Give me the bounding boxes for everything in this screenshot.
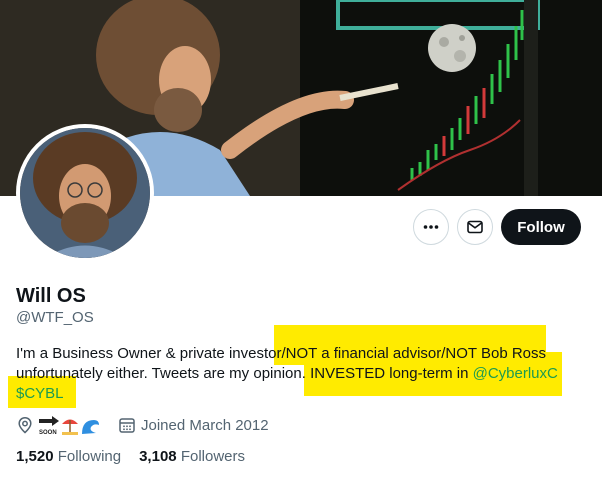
more-dots-icon (423, 225, 439, 229)
bio-text: I'm a Business Owner & private investor (16, 345, 282, 362)
joined-date: Joined March 2012 (118, 416, 269, 434)
followers-label: Followers (180, 448, 245, 465)
cashtag-link[interactable]: $CYBL (16, 385, 64, 402)
soon-beach-wave-emoji-icon: SOON (39, 416, 99, 436)
envelope-icon (467, 220, 483, 234)
following-label: Following (57, 448, 122, 465)
svg-text:SOON: SOON (39, 430, 57, 436)
follow-button[interactable]: Follow (501, 209, 581, 245)
mention-link[interactable]: @CyberluxC (473, 365, 558, 382)
profile-bio: I'm a Business Owner & private investor/… (16, 344, 576, 404)
location-pin-icon (18, 417, 32, 434)
bio-text-highlighted: /NOT a financial advisor/NOT Bob Ross (281, 345, 547, 362)
following-link[interactable]: 1,520 Following (16, 448, 121, 465)
calendar-icon (119, 418, 135, 433)
bio-line-3: $CYBL (16, 384, 576, 404)
profile-avatar[interactable] (16, 124, 154, 262)
follow-stats: 1,520 Following 3,108 Followers (16, 448, 263, 465)
followers-link[interactable]: 3,108 Followers (139, 448, 245, 465)
followers-count: 3,108 (139, 448, 177, 465)
avatar-photo (20, 128, 150, 258)
bio-text: unfortunately either. Tweets are my opin… (16, 365, 311, 382)
following-count: 1,520 (16, 448, 54, 465)
more-options-button[interactable] (413, 209, 449, 245)
bio-text-highlighted: INVESTED long-term in (310, 365, 473, 382)
joined-text: Joined March 2012 (141, 416, 269, 434)
bio-line-1: I'm a Business Owner & private investor/… (16, 344, 576, 364)
profile-meta: SOON Joined March 2012 (16, 414, 269, 436)
bio-line-2: unfortunately either. Tweets are my opin… (16, 364, 576, 384)
profile-handle: @WTF_OS (16, 309, 94, 326)
message-button[interactable] (457, 209, 493, 245)
profile-name: Will OS (16, 285, 86, 307)
location-emoji: SOON (38, 414, 100, 436)
